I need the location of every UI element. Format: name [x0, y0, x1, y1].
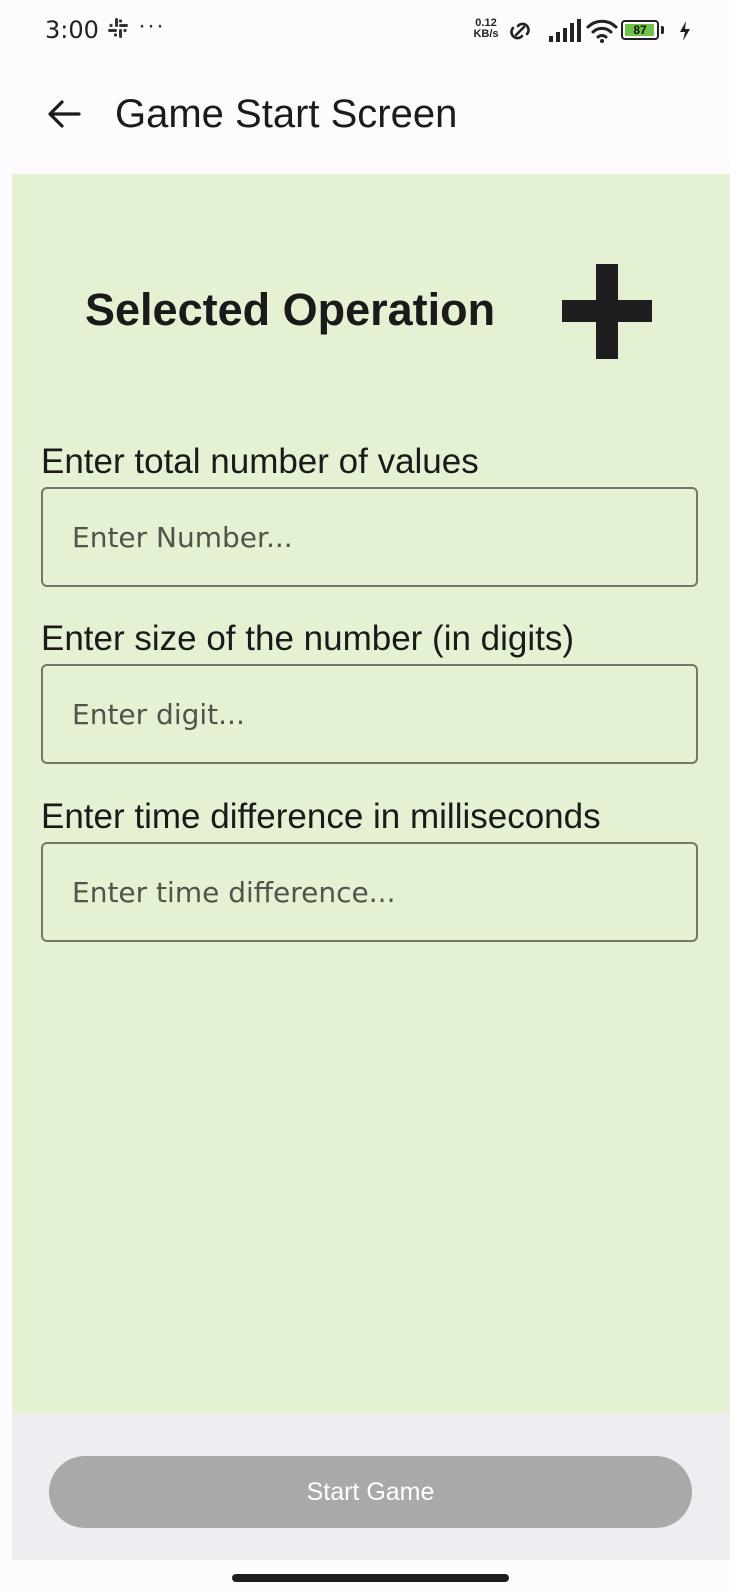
battery-cap: [661, 26, 664, 34]
status-bar: 3:00 ··· 0.12 KB/s 87: [0, 0, 730, 64]
total-values-input[interactable]: [43, 489, 696, 585]
charging-icon: [678, 20, 692, 47]
screen-edge: [730, 0, 742, 1592]
slack-icon: [106, 16, 130, 46]
number-size-label: Enter size of the number (in digits): [41, 619, 575, 658]
home-indicator[interactable]: [232, 1574, 509, 1582]
more-notifications-indicator: ···: [138, 12, 165, 39]
app-bar: Game Start Screen: [0, 64, 730, 174]
wifi-icon: [586, 18, 618, 49]
network-speed-unit: KB/s: [473, 28, 499, 40]
game-settings-form: Selected Operation Enter total number of…: [12, 174, 730, 1414]
signal-icon: [548, 18, 582, 49]
plus-icon: [562, 264, 652, 359]
number-size-input[interactable]: [43, 666, 696, 762]
time-difference-field-container: [41, 842, 698, 942]
selected-operation-label: Selected Operation: [85, 284, 496, 335]
total-values-label: Enter total number of values: [41, 442, 479, 481]
back-button[interactable]: [36, 88, 92, 144]
network-speed: 0.12 KB/s: [470, 18, 502, 40]
total-values-field-container: [41, 487, 698, 587]
bottom-bar: Start Game: [12, 1414, 730, 1560]
battery-icon: 87: [621, 20, 659, 40]
link-icon: [506, 18, 534, 49]
app-screen: 3:00 ··· 0.12 KB/s 87 Game Start Screen …: [0, 0, 730, 1592]
time-difference-label: Enter time difference in milliseconds: [41, 797, 601, 836]
battery-level: 87: [633, 23, 647, 37]
start-game-button[interactable]: Start Game: [49, 1456, 692, 1528]
time-difference-input[interactable]: [43, 844, 696, 940]
status-time: 3:00: [45, 16, 99, 44]
selected-operation-row: Selected Operation: [12, 254, 730, 364]
number-size-field-container: [41, 664, 698, 764]
arrow-left-icon: [47, 99, 81, 134]
page-title: Game Start Screen: [115, 92, 458, 136]
